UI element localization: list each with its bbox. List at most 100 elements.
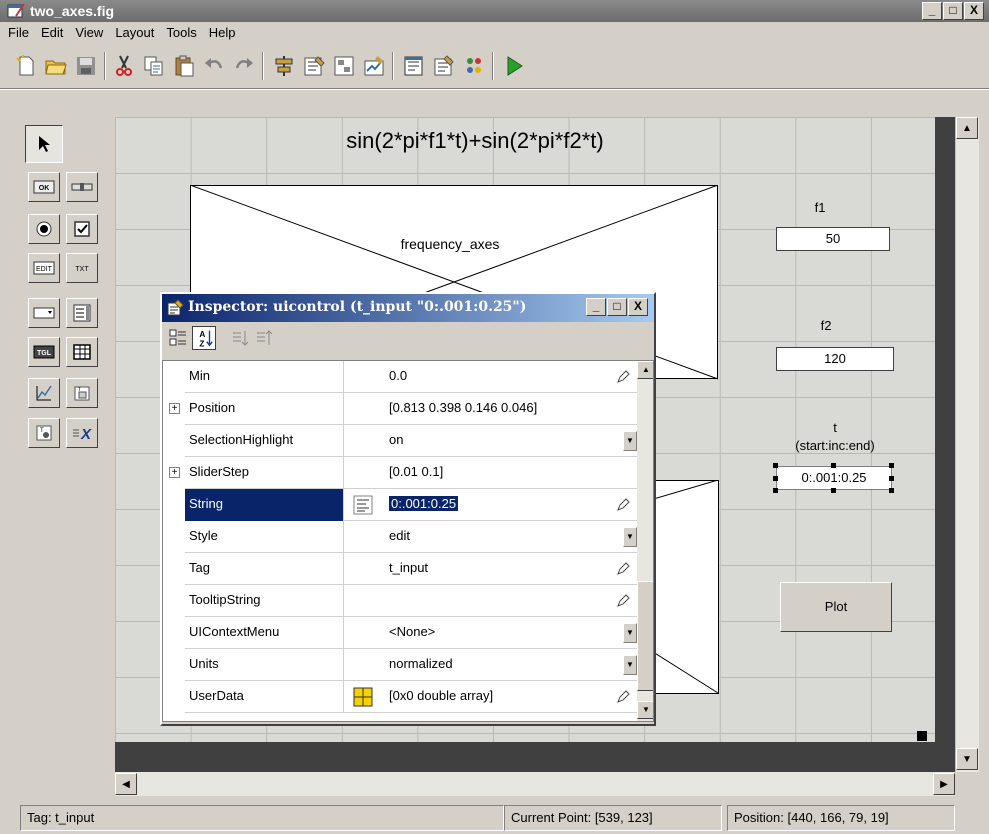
scroll-down-icon[interactable]: ▼: [637, 701, 653, 719]
toggle-button-tool[interactable]: TGL: [28, 337, 60, 367]
menu-file[interactable]: File: [0, 22, 35, 40]
mfile-editor-icon[interactable]: [402, 54, 426, 78]
scroll-up-icon[interactable]: ▲: [956, 117, 978, 139]
copy-icon[interactable]: [142, 54, 166, 78]
property-row-position[interactable]: + Position [0.813 0.398 0.146 0.046]: [163, 393, 637, 425]
property-inspector-window[interactable]: Inspector: uicontrol (t_input "0:.001:0.…: [160, 292, 656, 726]
toolbar-editor-icon[interactable]: [362, 54, 386, 78]
cut-icon[interactable]: [112, 54, 136, 78]
selection-handle[interactable]: [773, 476, 778, 481]
dropdown-arrow-icon[interactable]: ▼: [623, 527, 637, 547]
menu-view[interactable]: View: [69, 22, 109, 40]
property-row-units[interactable]: Units normalized ▼: [163, 649, 637, 681]
pushbutton-tool[interactable]: OK: [28, 172, 60, 202]
paste-icon[interactable]: [172, 54, 196, 78]
selection-handle[interactable]: [889, 463, 894, 468]
menu-editor-icon[interactable]: [302, 54, 326, 78]
resize-handle[interactable]: [917, 731, 927, 741]
vertical-scrollbar[interactable]: ▲ ▼: [955, 117, 979, 772]
pencil-icon[interactable]: [615, 561, 631, 577]
expand-icon[interactable]: +: [169, 403, 180, 414]
activex-tool[interactable]: X: [66, 418, 98, 448]
scroll-left-icon[interactable]: ◀: [115, 773, 137, 795]
selection-handle[interactable]: [889, 488, 894, 493]
dropdown-arrow-icon[interactable]: ▼: [623, 623, 637, 643]
undo-icon[interactable]: [202, 54, 226, 78]
property-value[interactable]: [0x0 double array]: [389, 688, 493, 703]
new-file-icon[interactable]: [14, 54, 38, 78]
save-icon[interactable]: [74, 54, 98, 78]
selection-handle[interactable]: [831, 463, 836, 468]
checkbox-tool[interactable]: [66, 214, 98, 244]
property-row-selectionhighlight[interactable]: SelectionHighlight on ▼: [163, 425, 637, 457]
property-value[interactable]: [0.01 0.1]: [389, 464, 443, 479]
time-axes[interactable]: [650, 480, 720, 695]
selection-handle[interactable]: [831, 488, 836, 493]
menu-layout[interactable]: Layout: [109, 22, 160, 40]
property-value-selected[interactable]: 0:.001:0.25: [389, 496, 459, 511]
property-row-sliderstep[interactable]: + SliderStep [0.01 0.1]: [163, 457, 637, 489]
listbox-tool[interactable]: [66, 298, 98, 328]
categorized-view-icon[interactable]: [168, 328, 188, 348]
f1-input[interactable]: 50: [776, 227, 890, 251]
panel-tool[interactable]: T: [66, 378, 98, 408]
static-text-tool[interactable]: TXT: [66, 253, 98, 283]
inspector-minimize-button[interactable]: _: [586, 298, 606, 316]
slider-tool[interactable]: [66, 172, 98, 202]
open-folder-icon[interactable]: [44, 54, 68, 78]
property-value[interactable]: normalized: [389, 656, 453, 671]
plot-button[interactable]: Plot: [780, 582, 892, 632]
menu-edit[interactable]: Edit: [35, 22, 69, 40]
redo-icon[interactable]: [232, 54, 256, 78]
scroll-up-icon[interactable]: ▲: [637, 361, 653, 379]
dropdown-arrow-icon[interactable]: ▼: [623, 431, 637, 451]
pencil-icon[interactable]: [615, 497, 631, 513]
property-value[interactable]: [0.813 0.398 0.146 0.046]: [389, 400, 537, 415]
pencil-icon[interactable]: [615, 369, 631, 385]
scroll-right-icon[interactable]: ▶: [933, 773, 955, 795]
property-row-uicontextmenu[interactable]: UIContextMenu <None> ▼: [163, 617, 637, 649]
property-row-string[interactable]: String 0:.001:0.25: [163, 489, 637, 521]
maximize-button[interactable]: □: [943, 2, 963, 20]
expand-all-icon[interactable]: [230, 328, 250, 348]
run-icon[interactable]: [502, 54, 526, 78]
dropdown-arrow-icon[interactable]: ▼: [623, 655, 637, 675]
property-value[interactable]: 0.0: [389, 368, 407, 383]
alphabetical-sort-icon[interactable]: AZ: [192, 326, 216, 350]
property-value[interactable]: on: [389, 432, 403, 447]
button-group-tool[interactable]: T: [28, 418, 60, 448]
select-tool-button[interactable]: [25, 125, 63, 163]
align-icon[interactable]: [272, 54, 296, 78]
property-row-userdata[interactable]: UserData [0x0 double array]: [163, 681, 637, 713]
close-button[interactable]: X: [964, 2, 984, 20]
array-editor-icon[interactable]: [353, 687, 373, 707]
f2-input[interactable]: 120: [776, 347, 894, 371]
text-editor-icon[interactable]: [353, 495, 373, 515]
property-value[interactable]: <None>: [389, 624, 435, 639]
property-row-tag[interactable]: Tag t_input: [163, 553, 637, 585]
property-inspector-icon[interactable]: [432, 54, 456, 78]
pencil-icon[interactable]: [615, 689, 631, 705]
menu-help[interactable]: Help: [203, 22, 242, 40]
object-browser-icon[interactable]: [462, 54, 486, 78]
property-value[interactable]: t_input: [389, 560, 428, 575]
menu-tools[interactable]: Tools: [160, 22, 202, 40]
scroll-thumb[interactable]: [637, 581, 653, 691]
expand-icon[interactable]: +: [169, 467, 180, 478]
inspector-close-button[interactable]: X: [628, 298, 648, 316]
collapse-all-icon[interactable]: [254, 328, 274, 348]
tab-order-icon[interactable]: [332, 54, 356, 78]
property-row-style[interactable]: Style edit ▼: [163, 521, 637, 553]
edit-text-tool[interactable]: EDIT: [28, 253, 60, 283]
inspector-maximize-button[interactable]: □: [607, 298, 627, 316]
window-titlebar[interactable]: two_axes.fig _ □ X: [0, 0, 989, 22]
t-input[interactable]: 0:.001:0.25: [776, 466, 892, 490]
axes-tool[interactable]: [28, 378, 60, 408]
selection-handle[interactable]: [773, 463, 778, 468]
scroll-down-icon[interactable]: ▼: [956, 748, 978, 770]
inspector-scrollbar[interactable]: ▲ ▼: [637, 361, 653, 721]
property-value[interactable]: edit: [389, 528, 410, 543]
pencil-icon[interactable]: [615, 593, 631, 609]
selection-handle[interactable]: [889, 476, 894, 481]
property-row-tooltipstring[interactable]: TooltipString: [163, 585, 637, 617]
